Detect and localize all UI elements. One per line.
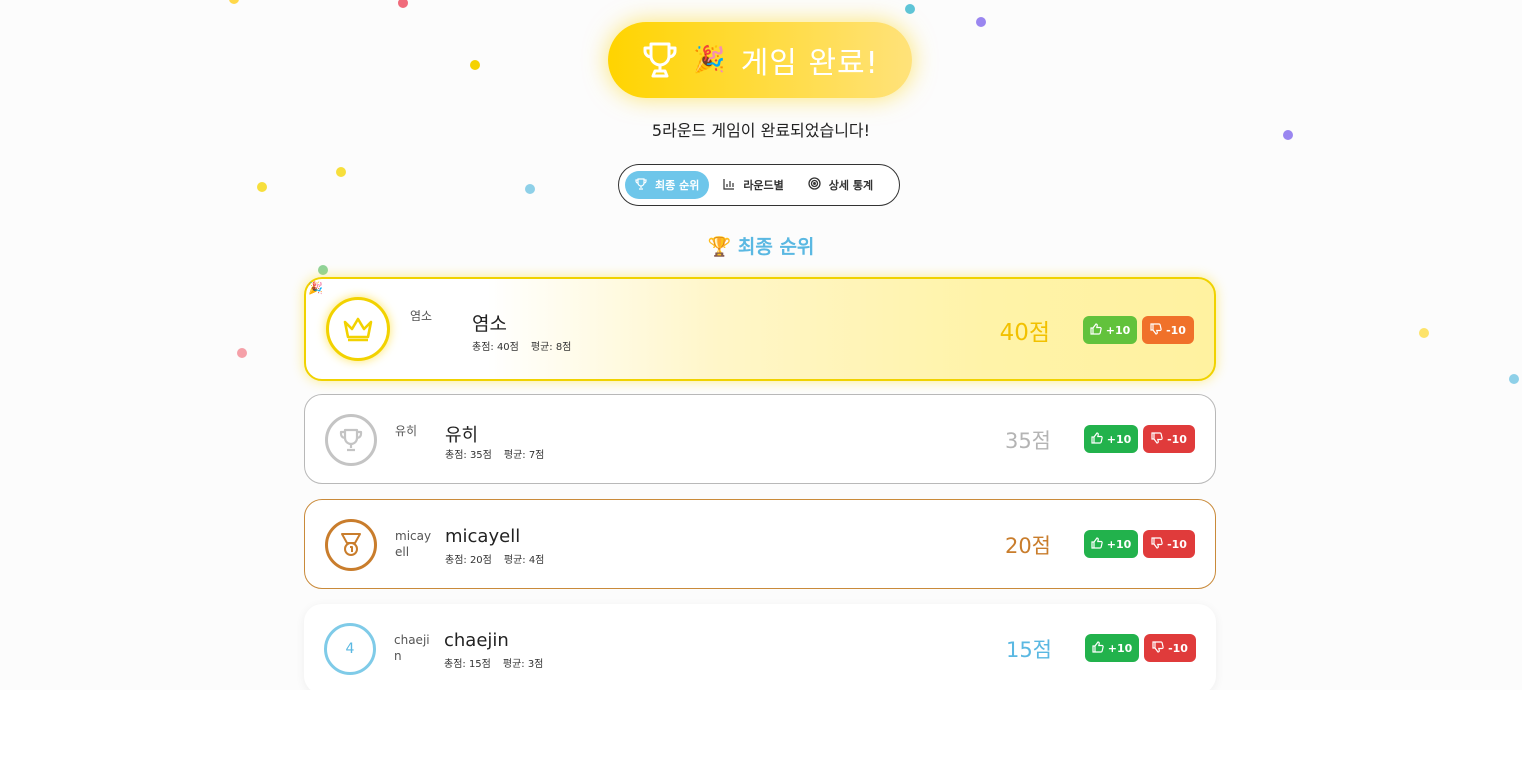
player-stats: 총점: 35점 평균: 7점: [445, 446, 544, 461]
player-score: 35점: [1004, 429, 1051, 453]
player-name: 염소: [472, 313, 507, 335]
section-title-text: 최종 순위: [737, 236, 815, 258]
total-score: 총점: 20점: [445, 555, 492, 566]
button-label: -10: [1167, 432, 1187, 446]
add-10-button[interactable]: +10: [1084, 530, 1138, 558]
player-name: chaejin: [444, 630, 509, 651]
average-score: 평균: 8점: [530, 342, 572, 353]
subtract-10-button[interactable]: -10: [1143, 530, 1195, 558]
button-label: -10: [1167, 537, 1187, 551]
tab-detailed-stats[interactable]: 상세 통계: [798, 171, 883, 199]
party-popper-icon: 🎉: [693, 45, 727, 75]
tab-label: 상세 통계: [828, 179, 874, 192]
avatar: micayell: [395, 529, 432, 559]
avatar: 유히: [395, 424, 418, 438]
subtract-10-button[interactable]: -10: [1143, 425, 1195, 453]
player-stats: 총점: 15점 평균: 3점: [444, 655, 543, 670]
confetti-dot: [257, 182, 267, 192]
section-title: 🏆 최종 순위: [0, 232, 1522, 259]
subtract-10-button[interactable]: -10: [1142, 316, 1194, 344]
confetti-dot: [318, 265, 328, 275]
player-stats: 총점: 40점 평균: 8점: [472, 338, 571, 353]
confetti-dot: [398, 0, 408, 8]
average-score: 평균: 7점: [503, 450, 545, 461]
confetti-dot: [1419, 328, 1429, 338]
player-score: 20점: [1004, 534, 1051, 558]
tab-final-ranking[interactable]: 최종 순위: [625, 171, 710, 199]
confetti-dot: [336, 167, 346, 177]
trophy-icon: [325, 414, 377, 466]
player-name: 유히: [445, 425, 479, 446]
thumbs-up-icon: [1091, 536, 1103, 552]
trophy-icon: [641, 40, 679, 80]
trophy-icon: [635, 177, 647, 193]
game-result-screen: 🎉 게임 완료! 5라운드 게임이 완료되었습니다! 최종 순위 라운드별 상세…: [0, 0, 1522, 690]
avatar: 염소: [410, 309, 433, 323]
subtract-10-button[interactable]: -10: [1144, 634, 1196, 662]
button-label: +10: [1106, 432, 1132, 446]
tab-label: 라운드별: [743, 179, 784, 192]
ranking-card-3: micayell micayell 총점: 20점 평균: 4점 20점 +10…: [304, 499, 1216, 589]
confetti-dot: [976, 17, 986, 27]
bar-chart-icon: [723, 178, 735, 193]
ranking-card-2: 유히 유히 총점: 35점 평균: 7점 35점 +10 -10: [304, 394, 1216, 484]
total-score: 총점: 35점: [445, 450, 492, 461]
button-label: +10: [1107, 641, 1133, 655]
thumbs-down-icon: [1151, 536, 1163, 552]
confetti-dot: [905, 4, 915, 14]
total-score: 총점: 15점: [444, 659, 491, 670]
thumbs-down-icon: [1151, 431, 1163, 447]
thumbs-up-icon: [1091, 431, 1103, 447]
target-icon: [808, 177, 821, 193]
trophy-emoji-icon: 🏆: [707, 236, 732, 258]
ranking-card-4: 4 chaejin chaejin 총점: 15점 평균: 3점 15점 +10…: [304, 604, 1216, 690]
add-10-button[interactable]: +10: [1085, 634, 1139, 662]
confetti-dot: [470, 60, 480, 70]
confetti-dot: [525, 184, 535, 194]
player-score: 15점: [1005, 638, 1052, 662]
confetti-dot: [1509, 374, 1519, 384]
button-label: -10: [1166, 323, 1186, 337]
game-complete-banner: 🎉 게임 완료!: [608, 22, 912, 98]
tab-label: 최종 순위: [655, 179, 700, 192]
party-popper-icon: 🎉: [308, 281, 323, 295]
confetti-dot: [237, 348, 247, 358]
total-score: 총점: 40점: [472, 342, 519, 353]
average-score: 평균: 4점: [503, 555, 545, 566]
banner-title: 게임 완료!: [740, 46, 879, 81]
avatar: chaejin: [394, 633, 430, 663]
button-label: +10: [1106, 537, 1132, 551]
medal-icon: [325, 519, 377, 571]
player-stats: 총점: 20점 평균: 4점: [445, 551, 544, 566]
add-10-button[interactable]: +10: [1083, 316, 1137, 344]
view-tabs: 최종 순위 라운드별 상세 통계: [618, 164, 900, 206]
thumbs-up-icon: [1092, 640, 1104, 656]
player-score: 40점: [999, 320, 1050, 346]
tab-by-round[interactable]: 라운드별: [713, 171, 793, 199]
thumbs-up-icon: [1090, 322, 1102, 338]
completion-message: 5라운드 게임이 완료되었습니다!: [651, 121, 871, 140]
crown-icon: [326, 297, 390, 361]
button-label: -10: [1168, 641, 1188, 655]
average-score: 평균: 3점: [502, 659, 544, 670]
button-label: +10: [1105, 323, 1131, 337]
ranking-card-1: 🎉 염소 염소 총점: 40점 평균: 8점 40점 +10 -10: [304, 277, 1216, 381]
confetti-dot: [229, 0, 239, 4]
thumbs-down-icon: [1150, 322, 1162, 338]
player-name: micayell: [445, 526, 521, 547]
rank-number-badge: 4: [324, 623, 376, 675]
thumbs-down-icon: [1152, 640, 1164, 656]
add-10-button[interactable]: +10: [1084, 425, 1138, 453]
